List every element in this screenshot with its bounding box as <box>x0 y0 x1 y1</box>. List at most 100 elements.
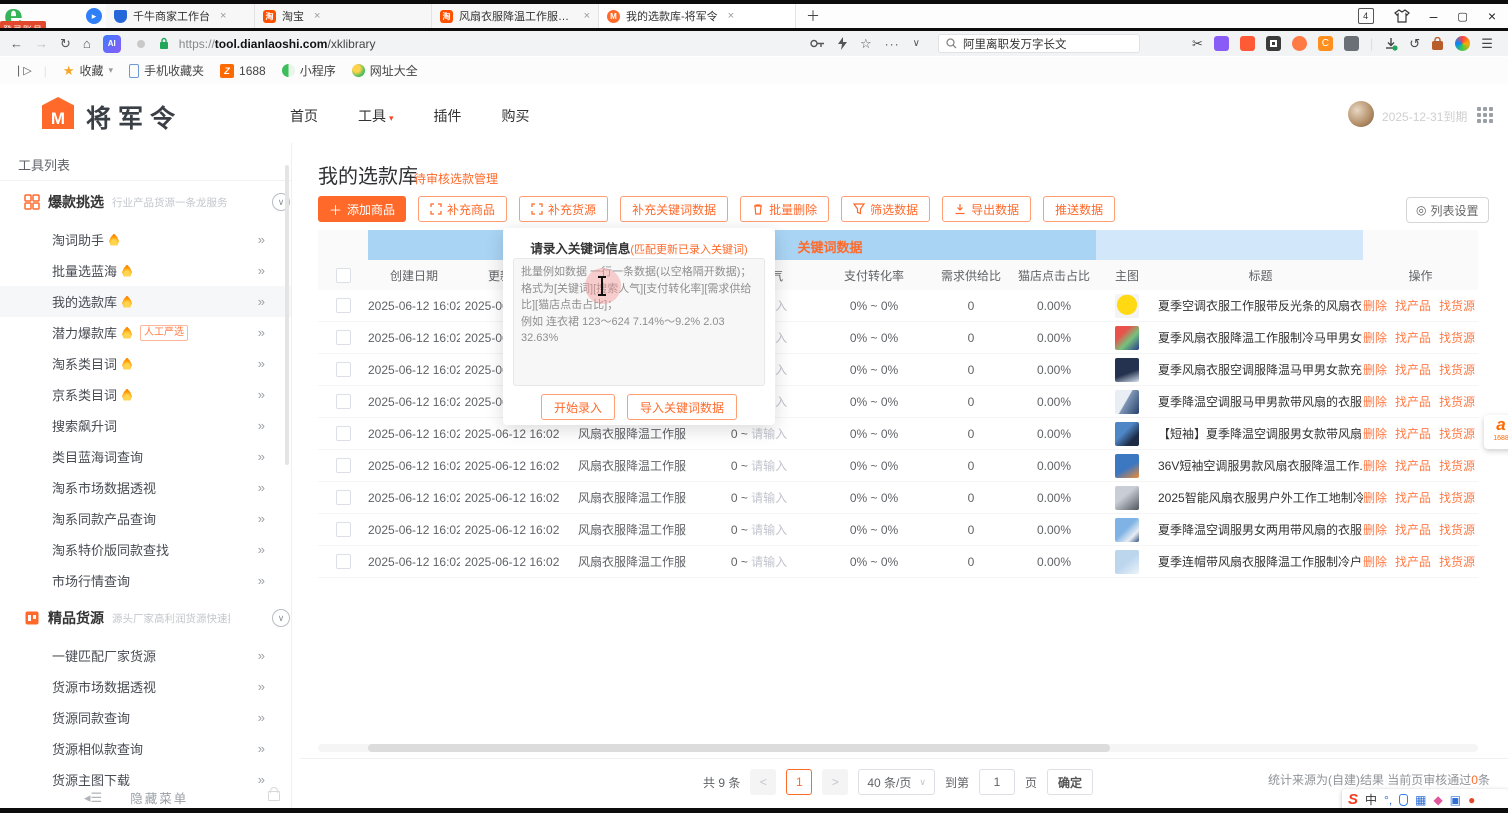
ime-punctuation-icon[interactable]: °, <box>1384 793 1392 807</box>
pop-input-hint[interactable]: 请输入 <box>751 491 787 505</box>
sidebar-item-淘系同款产品查询[interactable]: 淘系同款产品查询» <box>0 503 291 534</box>
ime-skin-icon[interactable]: ◆ <box>1434 793 1443 807</box>
product-thumbnail[interactable] <box>1115 550 1139 574</box>
bookmark-nav-site[interactable]: 网址大全 <box>352 62 418 79</box>
ime-toolbar[interactable]: S 中 °, ▦ ◆ ▣ ● <box>1342 789 1508 810</box>
sidebar-item-淘词助手[interactable]: 淘词助手» <box>0 224 291 255</box>
bookmark-mini-program[interactable]: 小程序 <box>282 62 336 79</box>
select-all-checkbox[interactable] <box>336 268 351 283</box>
double-arrow-icon[interactable]: » <box>258 356 265 371</box>
find-product-link[interactable]: 找产品 <box>1395 299 1431 313</box>
double-arrow-icon[interactable]: » <box>258 573 265 588</box>
ssl-lock-icon[interactable] <box>159 37 169 50</box>
find-product-link[interactable]: 找产品 <box>1395 395 1431 409</box>
product-thumbnail[interactable] <box>1115 454 1139 478</box>
row-checkbox[interactable] <box>336 394 351 409</box>
product-thumbnail[interactable] <box>1115 326 1139 350</box>
row-checkbox[interactable] <box>336 490 351 505</box>
tab-close-icon[interactable]: × <box>584 10 590 22</box>
nav-plugin[interactable]: 插件 <box>434 106 462 126</box>
sidebar-item-货源同款查询[interactable]: 货源同款查询» <box>0 702 291 733</box>
tab-count-badge[interactable]: 4 <box>1358 8 1374 24</box>
pop-input-hint[interactable]: 请输入 <box>751 523 787 537</box>
sidebar-section-quality-sources[interactable]: 精品货源 源头厂家高利润货源快速挑选 ∨ <box>24 606 274 630</box>
sidebar-item-一键匹配厂家货源[interactable]: 一键匹配厂家货源» <box>0 640 291 671</box>
find-source-link[interactable]: 找货源 <box>1439 427 1475 441</box>
product-thumbnail[interactable] <box>1115 518 1139 542</box>
url-bar[interactable]: https://tool.dianlaoshi.com/xklibrary <box>179 37 376 51</box>
supplement-keyword-button[interactable]: 补充关键词数据 <box>620 196 728 222</box>
delete-link[interactable]: 删除 <box>1363 427 1387 441</box>
sidebar-item-货源相似款查询[interactable]: 货源相似款查询» <box>0 733 291 764</box>
sidebar-footer[interactable]: ◂☰ 隐藏菜单 <box>0 787 291 808</box>
cell-title[interactable]: 夏季连帽带风扇衣服降温工作服制冷户... <box>1158 553 1363 570</box>
start-entry-button[interactable]: 开始录入 <box>541 394 615 420</box>
cell-title[interactable]: 夏季降温空调服马甲男款带风扇的衣服... <box>1158 393 1363 410</box>
cell-title[interactable]: 夏季风扇衣服空调服降温马甲男女款充... <box>1158 361 1363 378</box>
row-checkbox[interactable] <box>336 458 351 473</box>
sidebar-item-潜力爆款库[interactable]: 潜力爆款库人工严选» <box>0 317 291 348</box>
prev-page-button[interactable]: < <box>750 769 776 795</box>
product-thumbnail[interactable] <box>1115 486 1139 510</box>
row-checkbox[interactable] <box>336 298 351 313</box>
sidebar-item-淘系特价版同款查找[interactable]: 淘系特价版同款查找» <box>0 534 291 565</box>
user-avatar[interactable] <box>1348 101 1374 127</box>
bookmark-star-icon[interactable]: ☆ <box>860 36 872 52</box>
double-arrow-icon[interactable]: » <box>258 679 265 694</box>
forward-icon[interactable]: → <box>35 36 48 51</box>
extension-translate-icon[interactable] <box>1214 36 1229 51</box>
browser-tab[interactable]: 千牛商家工作台 × <box>106 4 255 28</box>
find-product-link[interactable]: 找产品 <box>1395 555 1431 569</box>
double-arrow-icon[interactable]: » <box>258 511 265 526</box>
toolbar-search-box[interactable]: 阿里离职发万字长文 <box>938 34 1140 53</box>
export-data-button[interactable]: 导出数据 <box>942 196 1031 222</box>
sidebar-item-批量选蓝海[interactable]: 批量选蓝海» <box>0 255 291 286</box>
double-arrow-icon[interactable]: » <box>258 418 265 433</box>
cell-search-popularity[interactable]: 0 ~ 请输入 <box>700 553 818 570</box>
find-product-link[interactable]: 找产品 <box>1395 331 1431 345</box>
find-product-link[interactable]: 找产品 <box>1395 491 1431 505</box>
sidebar-item-市场行情查询[interactable]: 市场行情查询» <box>0 565 291 596</box>
double-arrow-icon[interactable]: » <box>258 648 265 663</box>
tab-close-icon[interactable]: × <box>314 10 320 22</box>
delete-link[interactable]: 删除 <box>1363 459 1387 473</box>
menu-icon[interactable]: ☰ <box>1481 36 1493 52</box>
delete-link[interactable]: 删除 <box>1363 555 1387 569</box>
sidebar-expander-icon[interactable]: ❘▷ <box>14 64 32 77</box>
find-source-link[interactable]: 找货源 <box>1439 331 1475 345</box>
list-settings-button[interactable]: ◎列表设置 <box>1406 197 1489 223</box>
back-icon[interactable]: ← <box>10 36 23 51</box>
browser-tab[interactable]: 淘 淘宝 × <box>255 4 432 28</box>
tab-close-icon[interactable]: × <box>728 10 734 22</box>
bookmark-phone-favorites[interactable]: 手机收藏夹 <box>129 62 204 79</box>
cell-title[interactable]: 2025智能风扇衣服男户外工作工地制冷... <box>1158 489 1363 506</box>
goto-page-input[interactable]: 1 <box>979 769 1015 795</box>
pop-input-hint[interactable]: 请输入 <box>751 459 787 473</box>
filter-data-button[interactable]: 筛选数据 <box>841 196 930 222</box>
sidebar-item-货源市场数据透视[interactable]: 货源市场数据透视» <box>0 671 291 702</box>
extension-flame-icon[interactable] <box>1292 36 1307 51</box>
row-checkbox[interactable] <box>336 522 351 537</box>
ime-keyboard-icon[interactable]: ▦ <box>1415 793 1426 807</box>
find-source-link[interactable]: 找货源 <box>1439 523 1475 537</box>
row-checkbox[interactable] <box>336 330 351 345</box>
add-product-button[interactable]: ＋添加商品 <box>318 196 406 222</box>
cell-title[interactable]: 夏季风扇衣服降温工作服制冷马甲男女... <box>1158 329 1363 346</box>
ime-mic-icon[interactable] <box>1399 794 1408 806</box>
browser-tab-active[interactable]: M 我的选款库-将军令 × <box>599 4 796 28</box>
find-source-link[interactable]: 找货源 <box>1439 395 1475 409</box>
nav-tools[interactable]: 工具▾ <box>358 106 394 126</box>
floating-1688-widget[interactable]: a 1688 <box>1484 415 1508 449</box>
sidebar-scrollbar[interactable] <box>285 165 289 465</box>
supplement-product-button[interactable]: 补充商品 <box>418 196 507 222</box>
bookmark-favorites[interactable]: ★ 收藏 ▾ <box>63 62 113 79</box>
maximize-button[interactable]: ▢ <box>1457 10 1467 23</box>
find-source-link[interactable]: 找货源 <box>1439 299 1475 313</box>
product-thumbnail[interactable] <box>1115 422 1139 446</box>
ime-emoji-icon[interactable]: ● <box>1468 793 1475 807</box>
sidebar-item-搜索飙升词[interactable]: 搜索飙升词» <box>0 410 291 441</box>
delete-link[interactable]: 删除 <box>1363 331 1387 345</box>
import-keyword-data-button[interactable]: 导入关键词数据 <box>627 394 737 420</box>
extensions-puzzle-icon[interactable] <box>1344 36 1359 51</box>
refresh-icon[interactable]: ↻ <box>60 36 71 52</box>
